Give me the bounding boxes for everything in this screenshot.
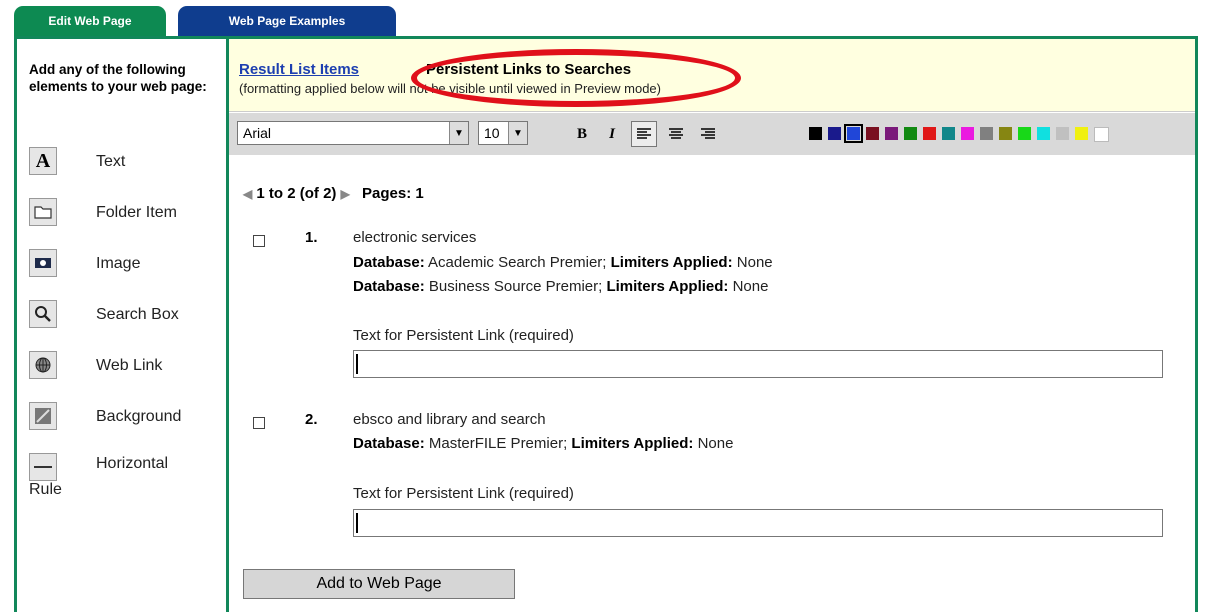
database-name: Business Source Premier [428, 278, 599, 295]
align-center-icon [669, 128, 683, 139]
section-title: Persistent Links to Searches [426, 61, 632, 78]
font-select-value: Arial [243, 125, 272, 141]
align-center-button[interactable] [663, 121, 689, 147]
color-swatch[interactable] [1075, 127, 1088, 140]
color-swatch[interactable] [904, 127, 917, 140]
persistent-link-label: Text for Persistent Link (required) [353, 327, 574, 344]
database-label: Database: [353, 278, 425, 295]
background-icon [29, 402, 57, 430]
item-query: electronic services [353, 229, 477, 246]
item-query: ebsco and library and search [353, 411, 546, 428]
element-text[interactable]: A Text [29, 147, 224, 185]
element-horizontal-rule[interactable]: Horizontal Rule [29, 453, 224, 498]
font-size-select[interactable]: 10 ▼ [478, 121, 528, 145]
element-horizontal-rule-label-2: Rule [29, 481, 62, 498]
chevron-down-icon: ▼ [449, 122, 468, 144]
tab-web-page-examples[interactable]: Web Page Examples [178, 6, 396, 36]
pager-range: 1 to 2 (of 2) [256, 185, 337, 202]
font-select[interactable]: Arial ▼ [237, 121, 469, 145]
element-search-box[interactable]: Search Box [29, 300, 224, 338]
color-swatch[interactable] [980, 127, 993, 140]
prev-page-icon[interactable]: ◀ [243, 187, 252, 201]
align-left-icon [637, 128, 651, 139]
color-swatch[interactable] [923, 127, 936, 140]
color-swatch[interactable] [866, 127, 879, 140]
database-label: Database: [353, 254, 425, 271]
element-background[interactable]: Background [29, 402, 224, 440]
font-size-value: 10 [484, 125, 500, 141]
color-swatch[interactable] [1094, 127, 1109, 142]
persistent-link-input[interactable] [353, 509, 1163, 537]
color-swatch[interactable] [828, 127, 841, 140]
limiters-value: None [736, 254, 773, 271]
chevron-down-icon: ▼ [508, 122, 527, 144]
element-image-label: Image [96, 255, 141, 272]
color-swatch[interactable] [999, 127, 1012, 140]
element-web-link[interactable]: Web Link [29, 351, 224, 389]
bold-button[interactable]: B [569, 121, 595, 147]
text-icon: A [29, 147, 57, 175]
element-search-box-label: Search Box [96, 306, 179, 323]
formatting-note: (formatting applied below will not be vi… [239, 81, 661, 96]
limiters-value: None [697, 435, 734, 452]
color-swatch[interactable] [1056, 127, 1069, 140]
highlight-circle [411, 49, 741, 107]
item-checkbox[interactable] [253, 417, 265, 429]
align-left-button[interactable] [631, 121, 657, 147]
color-swatch[interactable] [1037, 127, 1050, 140]
color-swatch[interactable] [844, 124, 863, 143]
limiters-label: Limiters Applied: [606, 278, 729, 295]
align-right-button[interactable] [695, 121, 721, 147]
elements-heading: Add any of the following elements to you… [29, 62, 207, 94]
item-database-line: Database: Academic Search Premier; Limit… [353, 254, 773, 271]
pager: ◀ 1 to 2 (of 2) ▶ Pages: 1 [243, 185, 424, 202]
next-page-icon[interactable]: ▶ [341, 187, 350, 201]
limiters-value: None [732, 278, 769, 295]
element-horizontal-rule-label: Horizontal [96, 455, 169, 472]
persistent-link-input[interactable] [353, 350, 1163, 378]
limiters-label: Limiters Applied: [610, 254, 733, 271]
color-swatch[interactable] [885, 127, 898, 140]
item-database-line: Database: MasterFILE Premier; Limiters A… [353, 435, 734, 452]
color-swatch[interactable] [961, 127, 974, 140]
item-checkbox[interactable] [253, 235, 265, 247]
persistent-link-label: Text for Persistent Link (required) [353, 485, 574, 502]
element-image[interactable]: Image [29, 249, 224, 287]
search-icon [29, 300, 57, 328]
color-swatch[interactable] [942, 127, 955, 140]
database-name: Academic Search Premier [428, 254, 603, 271]
elements-panel: Add any of the following elements to you… [17, 39, 226, 612]
tab-edit-web-page[interactable]: Edit Web Page [14, 6, 166, 36]
align-right-icon [701, 128, 715, 139]
element-folder-item-label: Folder Item [96, 204, 177, 221]
web-link-icon [29, 351, 57, 379]
horizontal-rule-icon [29, 453, 57, 481]
formatting-toolbar: Arial ▼ 10 ▼ B I [229, 113, 1195, 155]
limiters-label: Limiters Applied: [571, 435, 694, 452]
database-name: MasterFILE Premier [428, 435, 564, 452]
image-icon [29, 249, 57, 277]
element-text-label: Text [96, 153, 126, 170]
color-swatch[interactable] [1018, 127, 1031, 140]
result-list-items-link[interactable]: Result List Items [239, 61, 359, 78]
pager-pages: Pages: 1 [362, 185, 424, 202]
color-swatch[interactable] [809, 127, 822, 140]
element-background-label: Background [96, 408, 182, 425]
add-to-web-page-button[interactable]: Add to Web Page [243, 569, 515, 599]
element-web-link-label: Web Link [96, 357, 163, 374]
item-database-line: Database: Business Source Premier; Limit… [353, 278, 769, 295]
item-number: 1. [305, 229, 318, 246]
database-label: Database: [353, 435, 425, 452]
editor-frame: Add any of the following elements to you… [14, 36, 1198, 612]
italic-button[interactable]: I [599, 121, 625, 147]
section-header: Result List Items Persistent Links to Se… [229, 39, 1195, 112]
content-panel: Result List Items Persistent Links to Se… [229, 39, 1195, 612]
element-folder-item[interactable]: Folder Item [29, 198, 224, 236]
folder-icon [29, 198, 57, 226]
item-number: 2. [305, 411, 318, 428]
